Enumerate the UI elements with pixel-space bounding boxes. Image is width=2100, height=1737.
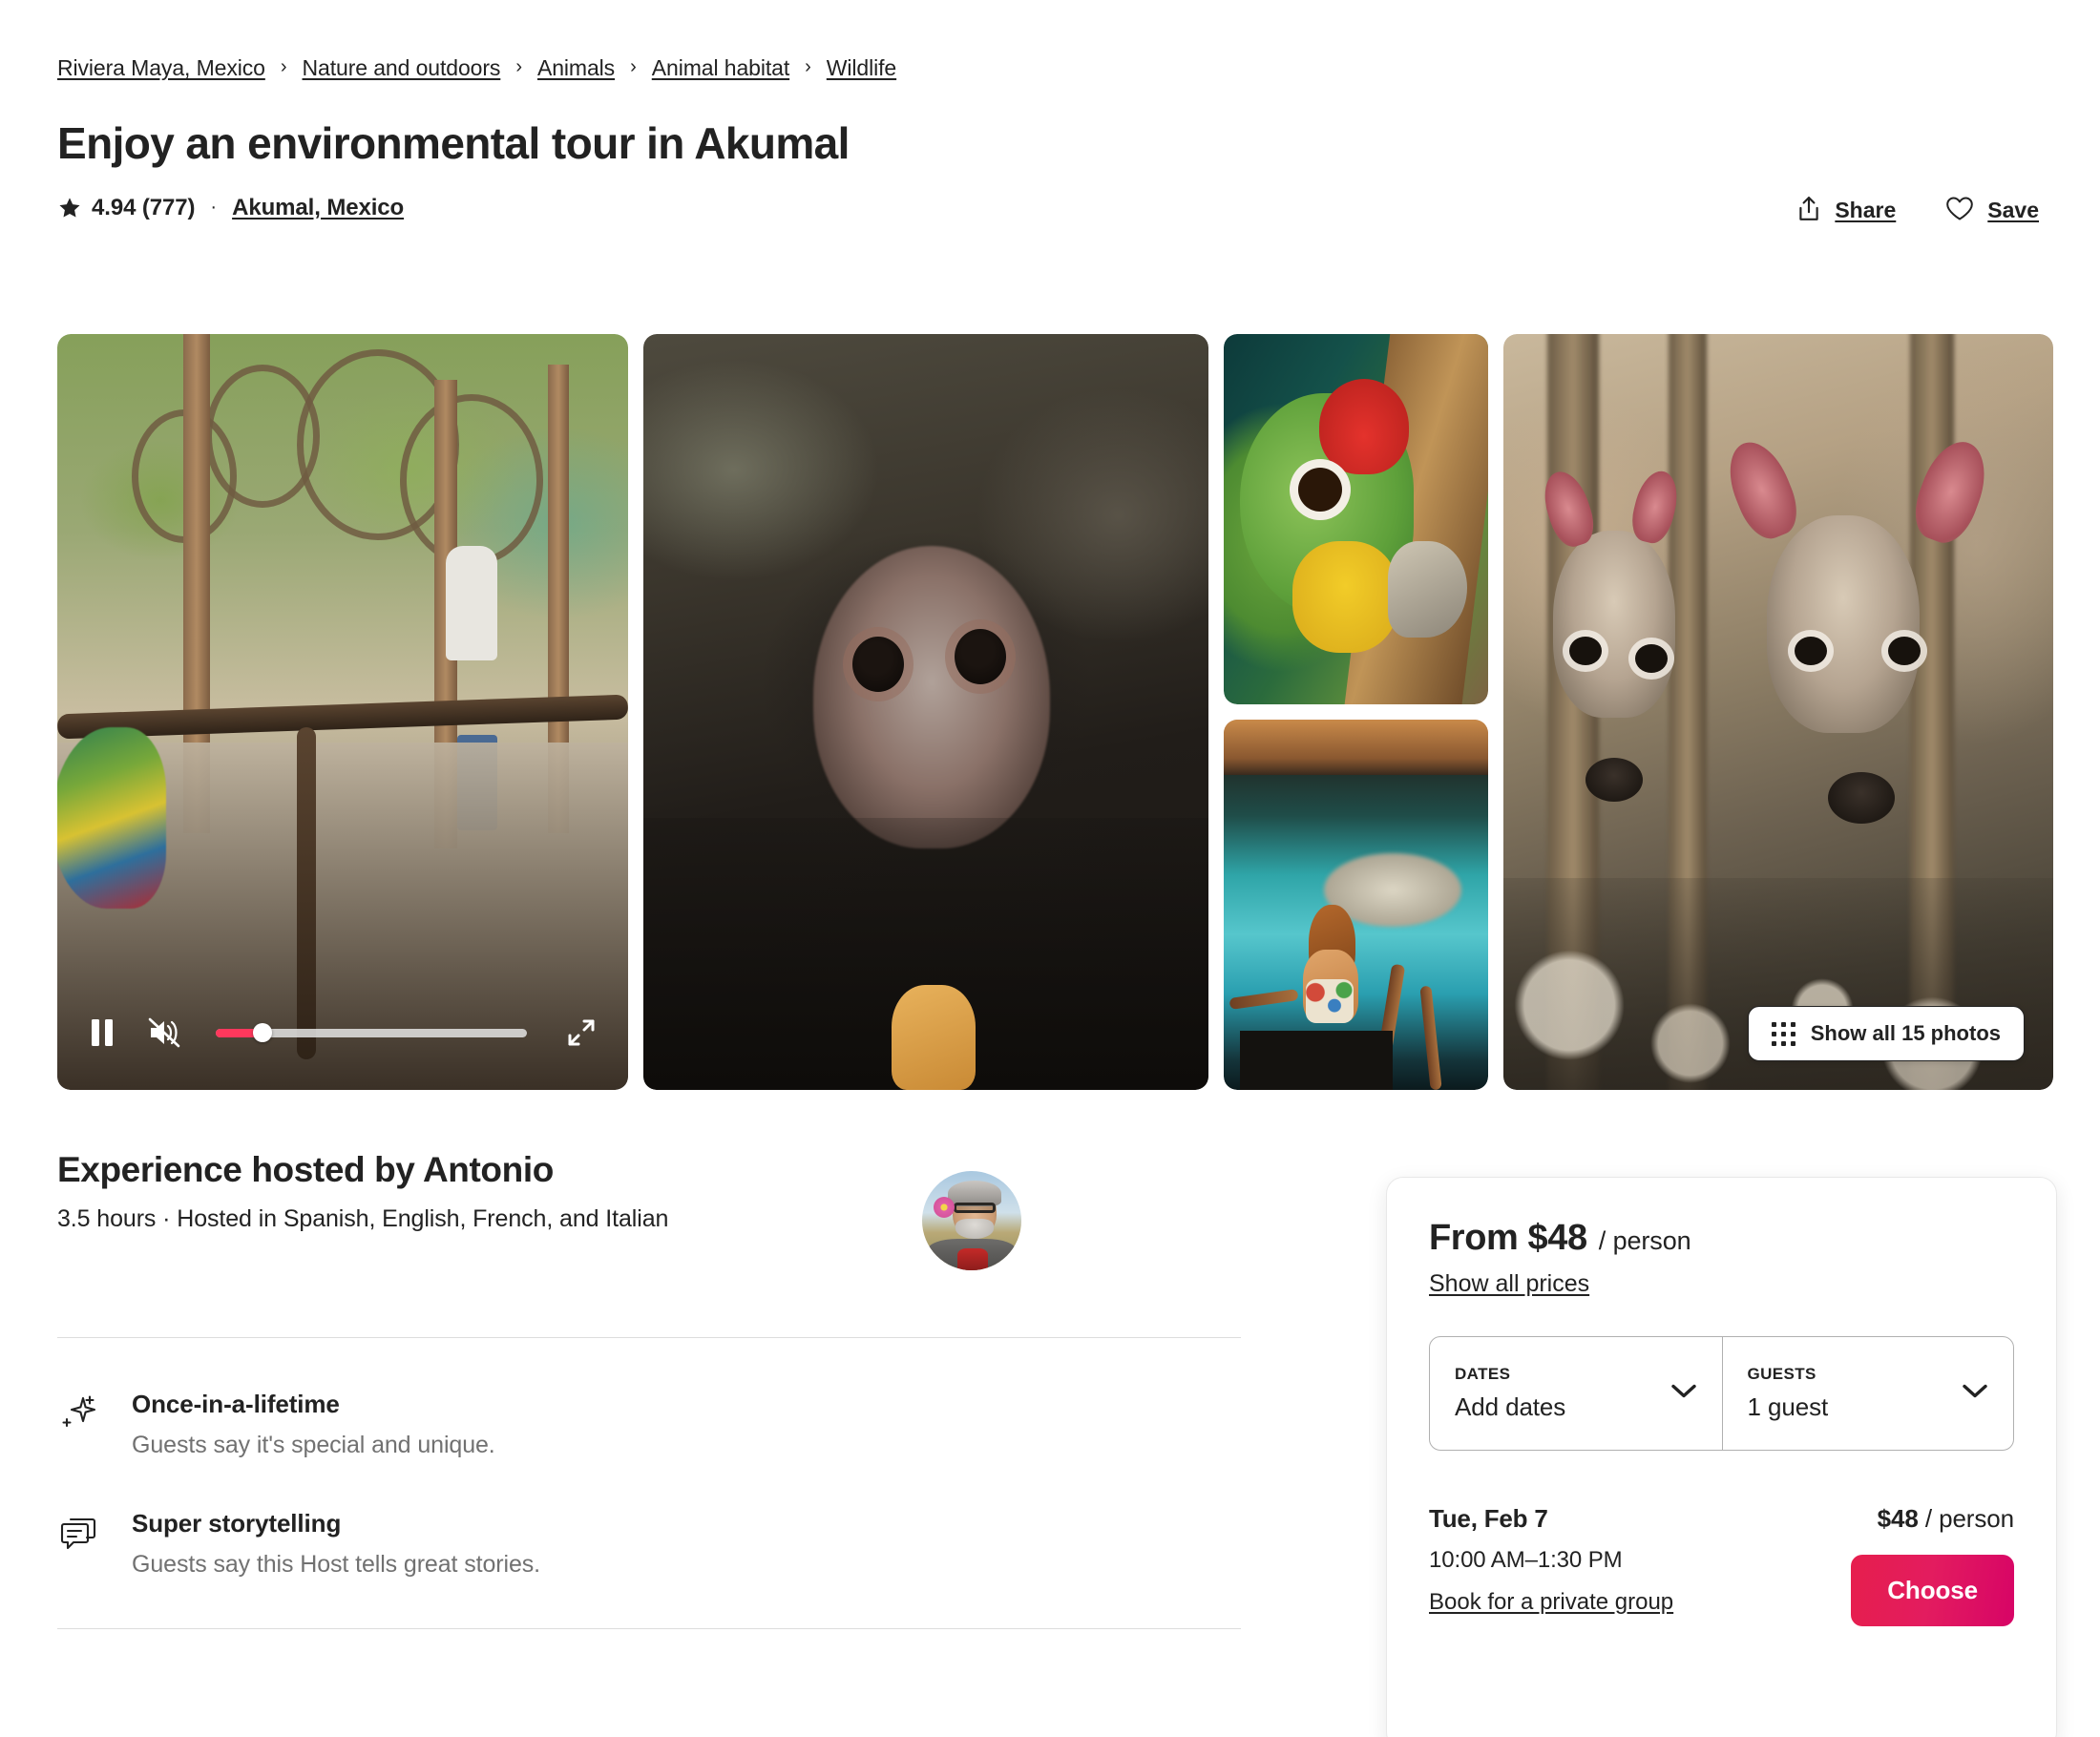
gallery-tile-cenote[interactable] <box>1224 720 1488 1090</box>
booking-card: From $48 / person Show all prices DATES … <box>1386 1177 2057 1737</box>
book-private-group-link[interactable]: Book for a private group <box>1429 1589 1673 1616</box>
booking-selector: DATES Add dates GUESTS 1 guest <box>1429 1336 2014 1451</box>
gallery-photo-parrot[interactable] <box>1224 334 1488 704</box>
slot-price-amount: $48 <box>1877 1504 1919 1533</box>
video-progress-knob[interactable] <box>252 1023 272 1042</box>
share-button-label: Share <box>1835 197 1897 222</box>
gallery-tile-monkey[interactable] <box>643 334 1208 1090</box>
save-button[interactable]: Save <box>1942 190 2043 230</box>
highlight-title: Once-in-a-lifetime <box>132 1390 340 1418</box>
page-title: Enjoy an environmental tour in Akumal <box>57 118 850 168</box>
breadcrumb-separator-icon: › <box>805 56 811 77</box>
highlights-list: Once-in-a-lifetime Guests say it's speci… <box>57 1390 1241 1579</box>
avatar[interactable] <box>922 1171 1021 1270</box>
show-all-prices-link[interactable]: Show all prices <box>1429 1270 1589 1298</box>
gallery-photo-aviary[interactable] <box>57 334 628 1090</box>
sparkle-icon <box>57 1390 101 1435</box>
breadcrumb: Riviera Maya, Mexico › Nature and outdoo… <box>57 0 2043 81</box>
host-section: Experience hosted by Antonio 3.5 hours ·… <box>57 1150 1241 1629</box>
availability-slot: Tue, Feb 7 10:00 AM–1:30 PM Book for a p… <box>1429 1504 2014 1626</box>
price-header: From $48 / person <box>1429 1218 2014 1259</box>
price-unit: / person <box>1598 1226 1691 1255</box>
gallery-photo-deer[interactable]: Show all 15 photos <box>1503 334 2053 1090</box>
gallery-tile-parrot[interactable] <box>1224 334 1488 704</box>
photo-gallery: Show all 15 photos <box>57 334 2057 1090</box>
pause-icon[interactable] <box>82 1011 122 1055</box>
heart-outline-icon <box>1945 196 1974 224</box>
host-text-block: Experience hosted by Antonio 3.5 hours ·… <box>57 1150 668 1233</box>
highlight-text-block: Once-in-a-lifetime Guests say it's speci… <box>132 1390 495 1459</box>
breadcrumb-item-nature-and-outdoors[interactable]: Nature and outdoors <box>303 55 501 81</box>
speech-bubbles-icon <box>57 1509 101 1555</box>
gallery-column-stacked <box>1224 334 1488 1090</box>
breadcrumb-separator-icon: › <box>630 56 637 77</box>
speaker-muted-icon[interactable] <box>141 1011 187 1055</box>
highlight-item-once-in-a-lifetime: Once-in-a-lifetime Guests say it's speci… <box>57 1390 1241 1459</box>
rating-count: (777) <box>141 194 196 220</box>
guests-picker[interactable]: GUESTS 1 guest <box>1721 1337 2014 1450</box>
price-from: From $48 <box>1429 1218 1587 1258</box>
breadcrumb-item-animals[interactable]: Animals <box>537 55 615 81</box>
choose-button[interactable]: Choose <box>1851 1555 2014 1626</box>
listing-location-link[interactable]: Akumal, Mexico <box>232 195 404 221</box>
breadcrumb-separator-icon: › <box>515 56 522 77</box>
rating-summary: 4.94 (777) <box>57 194 196 221</box>
dates-picker[interactable]: DATES Add dates <box>1430 1337 1722 1450</box>
share-button[interactable]: Share <box>1793 190 1900 231</box>
guests-value: 1 guest <box>1747 1392 1829 1421</box>
save-button-label: Save <box>1987 197 2039 222</box>
slot-date: Tue, Feb 7 <box>1429 1504 1548 1533</box>
highlight-title: Super storytelling <box>132 1509 342 1538</box>
chevron-down-icon <box>1670 1383 1697 1405</box>
slot-time: 10:00 AM–1:30 PM <box>1429 1547 1623 1573</box>
slot-price-action: $48 / person Choose <box>1851 1504 2014 1626</box>
breadcrumb-item-region[interactable]: Riviera Maya, Mexico <box>57 55 265 81</box>
expand-fullscreen-icon[interactable] <box>559 1011 603 1055</box>
host-header-row: Experience hosted by Antonio 3.5 hours ·… <box>57 1150 1241 1270</box>
listing-subheader: 4.94 (777) · Akumal, Mexico Share Save <box>57 192 2043 224</box>
gallery-photo-cenote[interactable] <box>1224 720 1488 1090</box>
video-progress-slider[interactable] <box>216 1023 527 1042</box>
dates-label: DATES <box>1455 1365 1511 1383</box>
gallery-photo-monkey[interactable] <box>643 334 1208 1090</box>
show-all-photos-label: Show all 15 photos <box>1810 1021 2001 1045</box>
rating-value: 4.94 <box>92 194 136 220</box>
listing-actions: Share Save <box>1793 190 2043 231</box>
video-controls <box>57 975 628 1090</box>
star-icon <box>57 196 82 220</box>
slot-price: $48 / person <box>1851 1504 2014 1534</box>
divider <box>57 1628 1241 1629</box>
breadcrumb-item-wildlife[interactable]: Wildlife <box>827 55 896 81</box>
host-heading: Experience hosted by Antonio <box>57 1150 554 1189</box>
host-meta: 3.5 hours · Hosted in Spanish, English, … <box>57 1205 669 1232</box>
dates-value: Add dates <box>1455 1392 1566 1421</box>
grid-dots-icon <box>1771 1021 1796 1046</box>
breadcrumb-separator-icon: › <box>280 56 287 77</box>
slot-details: Tue, Feb 7 10:00 AM–1:30 PM Book for a p… <box>1429 1504 1673 1616</box>
highlight-text-block: Super storytelling Guests say this Host … <box>132 1509 540 1579</box>
share-upload-icon <box>1796 196 1821 225</box>
show-all-photos-button[interactable]: Show all 15 photos <box>1747 1006 2025 1061</box>
slot-price-unit: / person <box>1924 1504 2014 1533</box>
chevron-down-icon <box>1962 1383 1988 1405</box>
experience-page: Riviera Maya, Mexico › Nature and outdoo… <box>0 0 2100 1737</box>
breadcrumb-item-animal-habitat[interactable]: Animal habitat <box>652 55 789 81</box>
gallery-tile-deer[interactable]: Show all 15 photos <box>1503 334 2053 1090</box>
highlight-description: Guests say it's special and unique. <box>132 1432 495 1458</box>
separator-dot: · <box>210 197 218 219</box>
highlight-description: Guests say this Host tells great stories… <box>132 1551 541 1578</box>
highlight-item-super-storytelling: Super storytelling Guests say this Host … <box>57 1509 1241 1579</box>
guests-label: GUESTS <box>1747 1365 1816 1383</box>
gallery-video-tile[interactable] <box>57 334 628 1090</box>
divider <box>57 1337 1241 1338</box>
